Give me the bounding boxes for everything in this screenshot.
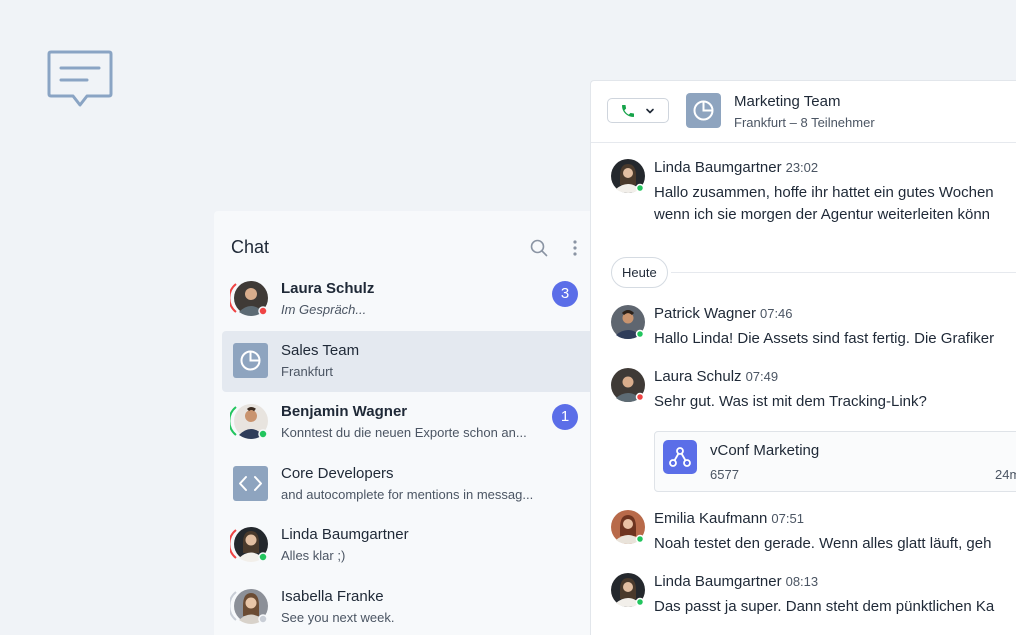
chat-list-panel: Chat Laura Schulz Im Gespräch... 3 Sales… [214, 211, 594, 635]
call-button[interactable] [607, 98, 669, 123]
chat-item-benjamin-wagner[interactable]: Benjamin Wagner Konntest du die neuen Ex… [222, 392, 594, 454]
chat-item-name: Core Developers [281, 464, 394, 482]
message-time: 08:13 [785, 574, 819, 589]
author-name: Laura Schulz [654, 368, 742, 385]
unread-badge: 1 [552, 404, 578, 431]
chat-list-header: Chat [231, 237, 594, 261]
conversation-panel: Marketing Team Frankfurt – 8 Teilnehmer … [590, 80, 1016, 635]
message-line: Hallo zusammen, hoffe ihr hattet ein gut… [654, 184, 994, 201]
chat-item-subtitle: Im Gespräch... [281, 302, 367, 317]
avatar [611, 510, 645, 544]
chat-item-linda-baumgartner[interactable]: Linda Baumgartner Alles klar ;) [222, 515, 594, 577]
avatar [230, 588, 268, 624]
more-options-icon[interactable] [572, 239, 578, 257]
conversation-header: Marketing Team Frankfurt – 8 Teilnehmer [591, 81, 1016, 143]
divider-line [671, 272, 1016, 273]
avatar [230, 281, 268, 316]
chat-item-subtitle: See you next week. [281, 609, 395, 625]
conversation-title: Marketing Team [734, 93, 841, 110]
message-author: Emilia Kaufmann 07:51 [654, 510, 804, 527]
avatar [611, 159, 645, 193]
conversation-subtitle: Frankfurt – 8 Teilnehmer [734, 115, 875, 130]
message-author: Laura Schulz 07:49 [654, 368, 778, 385]
chat-item-subtitle: Alles klar ;) [281, 548, 346, 564]
author-name: Patrick Wagner [654, 305, 756, 322]
date-divider-label: Heute [611, 257, 668, 288]
message-time: 07:46 [759, 306, 793, 321]
chat-item-subtitle: Konntest du die neuen Exporte schon an..… [281, 425, 527, 441]
message-text: Hallo Linda! Die Assets sind fast fertig… [654, 330, 995, 347]
chat-item-laura-schulz[interactable]: Laura Schulz Im Gespräch... 3 [222, 269, 594, 331]
message-text: Das passt ja super. Dann steht dem pünkt… [654, 598, 995, 615]
avatar [611, 573, 645, 607]
chat-item-sales-team[interactable]: Sales Team Frankfurt [222, 330, 594, 393]
unread-badge: 3 [552, 281, 578, 307]
attachment-card[interactable]: vConf Marketing 6577 24m [654, 431, 1016, 492]
author-name: Emilia Kaufmann [654, 510, 768, 527]
message-time: 23:02 [785, 160, 819, 175]
message-time: 07:51 [771, 511, 804, 526]
attachment-age: 24m [995, 467, 1016, 482]
chat-item-name: Benjamin Wagner [281, 403, 408, 421]
avatar [230, 527, 268, 563]
chat-list: Laura Schulz Im Gespräch... 3 Sales Team… [222, 269, 594, 635]
message-author: Linda Baumgartner 23:02 [654, 159, 818, 176]
date-divider: Heute [611, 257, 1016, 289]
message-bubble-icon [47, 50, 113, 107]
phone-icon [622, 105, 634, 117]
attachment-title: vConf Marketing [710, 442, 820, 459]
message-text: Noah testet den gerade. Wenn alles glatt… [654, 535, 992, 552]
search-icon[interactable] [530, 239, 548, 257]
chat-item-name: Laura Schulz [281, 280, 375, 297]
group-pie-chart-icon [686, 93, 721, 128]
author-name: Linda Baumgartner [654, 159, 782, 176]
avatar [230, 404, 268, 440]
chat-item-isabella-franke[interactable]: Isabella Franke See you next week. [222, 577, 594, 635]
chevron-down-icon [646, 108, 654, 114]
message-author: Patrick Wagner 07:46 [654, 305, 793, 322]
chat-item-name: Sales Team [281, 341, 360, 359]
chat-title: Chat [231, 237, 270, 257]
code-icon [233, 465, 268, 501]
chat-item-name: Isabella Franke [281, 587, 384, 605]
message-text: Sehr gut. Was ist mit dem Tracking-Link? [654, 393, 927, 410]
message-line: wenn ich sie morgen der Agentur weiterle… [654, 206, 991, 223]
message-author: Linda Baumgartner 08:13 [654, 573, 818, 590]
network-nodes-icon [663, 440, 697, 474]
chat-item-subtitle: and autocomplete for mentions in messag.… [281, 486, 534, 502]
group-pie-chart-icon [233, 342, 268, 378]
chat-item-name: Linda Baumgartner [281, 526, 409, 544]
avatar [611, 305, 645, 339]
message-time: 07:49 [745, 369, 779, 384]
message-text: Hallo zusammen, hoffe ihr hattet ein gut… [654, 182, 994, 226]
chat-item-subtitle: Frankfurt [281, 363, 334, 379]
attachment-count: 6577 [710, 467, 739, 482]
author-name: Linda Baumgartner [654, 573, 782, 590]
chat-item-core-developers[interactable]: Core Developers and autocomplete for men… [222, 454, 594, 516]
avatar [611, 368, 645, 402]
